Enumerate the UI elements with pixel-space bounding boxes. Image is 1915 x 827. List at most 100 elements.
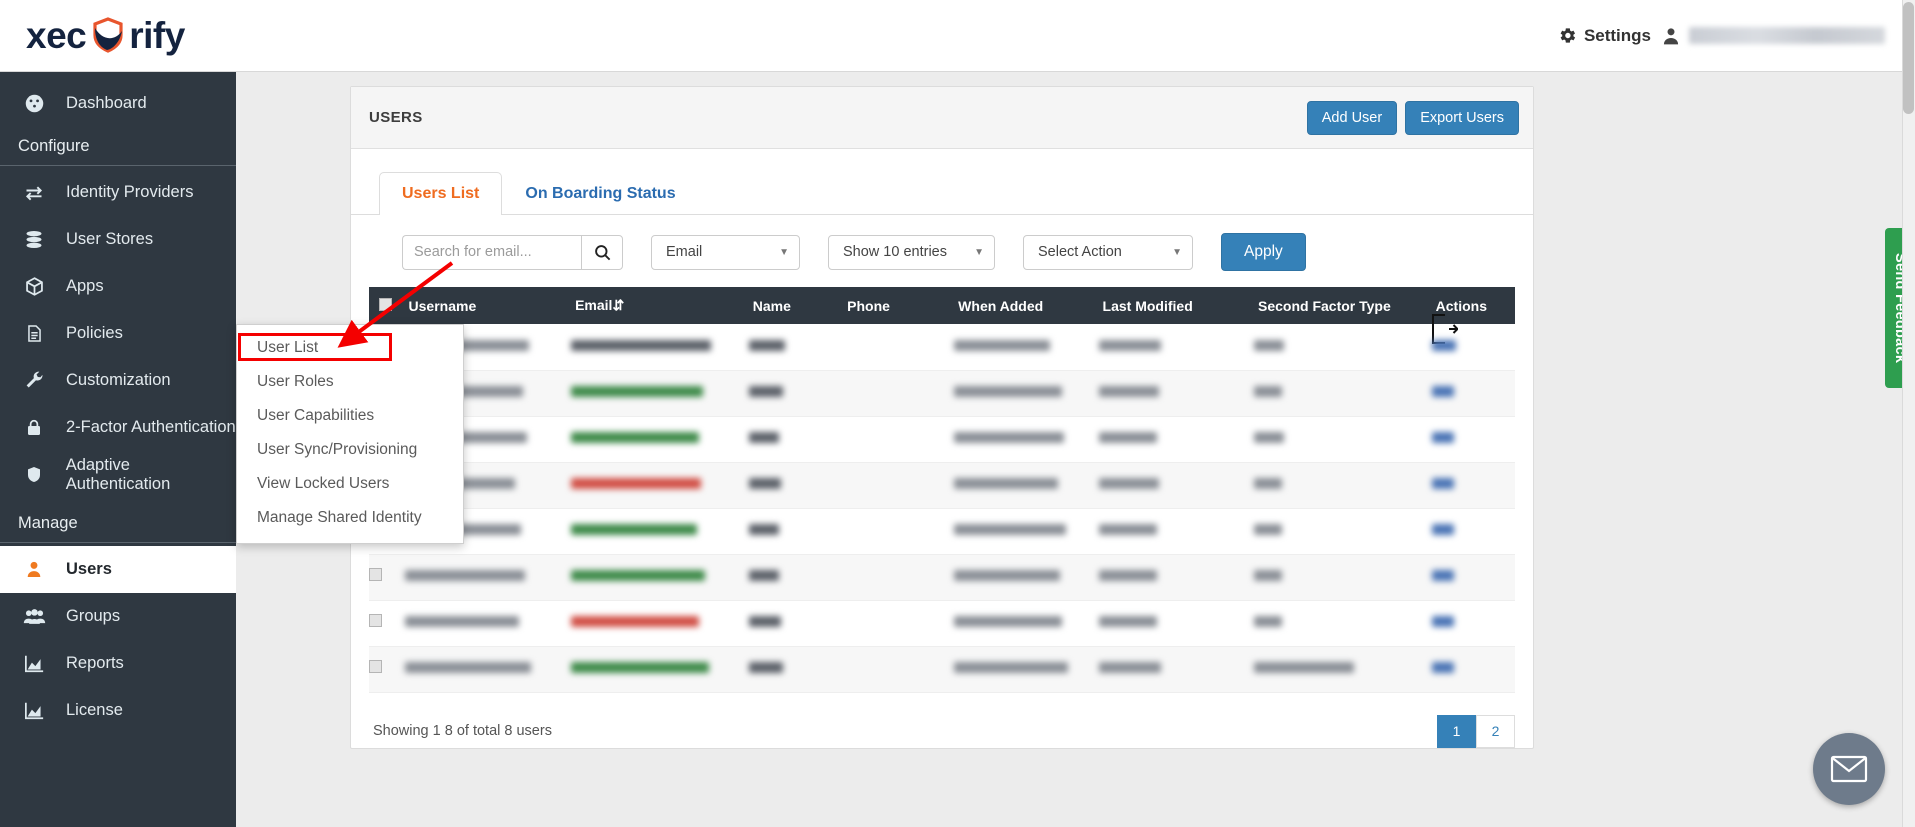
sidebar-item-adaptive-authentication[interactable]: Adaptive Authentication bbox=[0, 451, 236, 498]
cell-when-added bbox=[954, 370, 1098, 416]
entries-select[interactable]: Show 10 entries ▼ bbox=[828, 234, 995, 270]
table-row[interactable] bbox=[369, 416, 1515, 462]
cell-actions[interactable] bbox=[1431, 646, 1515, 692]
cell-email bbox=[571, 462, 749, 508]
cell-last-modified bbox=[1098, 508, 1254, 554]
cell-phone bbox=[843, 508, 954, 554]
table-row[interactable] bbox=[369, 462, 1515, 508]
cell-email bbox=[571, 416, 749, 462]
page-scrollbar[interactable] bbox=[1902, 0, 1915, 827]
tab-on-boarding-status[interactable]: On Boarding Status bbox=[502, 172, 698, 215]
table-row[interactable] bbox=[369, 508, 1515, 554]
cell-second-factor bbox=[1253, 554, 1432, 600]
sidebar-section-manage: Manage bbox=[0, 504, 236, 543]
sidebar-item-license[interactable]: License bbox=[0, 687, 236, 734]
chevron-down-icon: ▼ bbox=[974, 246, 984, 258]
settings-button[interactable]: Settings bbox=[1558, 26, 1651, 46]
row-checkbox[interactable] bbox=[369, 600, 405, 646]
logo-text-right: rify bbox=[129, 15, 185, 56]
page-button-1[interactable]: 1 bbox=[1437, 714, 1476, 748]
menu-item-user-sync-provisioning[interactable]: User Sync/Provisioning bbox=[237, 433, 463, 467]
cell-second-factor bbox=[1253, 646, 1432, 692]
logo[interactable]: xec rify bbox=[26, 13, 185, 58]
column-phone[interactable]: Phone bbox=[843, 287, 954, 324]
cell-actions[interactable] bbox=[1431, 462, 1515, 508]
cell-email bbox=[571, 554, 749, 600]
cell-last-modified bbox=[1098, 370, 1254, 416]
column-when-added[interactable]: When Added bbox=[954, 287, 1098, 324]
cell-second-factor bbox=[1253, 462, 1432, 508]
menu-item-user-capabilities[interactable]: User Capabilities bbox=[237, 399, 463, 433]
field-select[interactable]: Email ▼ bbox=[651, 234, 800, 270]
cell-name bbox=[748, 646, 843, 692]
table-row[interactable] bbox=[369, 646, 1515, 692]
sidebar-item-user-stores[interactable]: User Stores bbox=[0, 216, 236, 263]
sidebar-item-customization[interactable]: Customization bbox=[0, 357, 236, 404]
pagination: 1 2 bbox=[1437, 714, 1515, 748]
sidebar-item-policies[interactable]: Policies bbox=[0, 310, 236, 357]
cell-name bbox=[748, 416, 843, 462]
settings-label: Settings bbox=[1583, 25, 1651, 45]
sidebar-item-label: License bbox=[66, 701, 123, 719]
top-bar: xec rify Settings bbox=[0, 0, 1915, 72]
menu-item-manage-shared-identity[interactable]: Manage Shared Identity bbox=[237, 501, 463, 535]
main-content: USERS Add User Export Users Users List O… bbox=[236, 72, 1915, 827]
sidebar-item-groups[interactable]: Groups bbox=[0, 593, 236, 640]
cell-actions[interactable] bbox=[1431, 554, 1515, 600]
row-checkbox[interactable] bbox=[369, 646, 405, 692]
cell-name bbox=[748, 554, 843, 600]
select-all-checkbox[interactable] bbox=[369, 287, 405, 324]
add-user-button[interactable]: Add User bbox=[1306, 100, 1398, 135]
menu-item-user-roles[interactable]: User Roles bbox=[237, 365, 463, 399]
cell-when-added bbox=[954, 462, 1098, 508]
column-name[interactable]: Name bbox=[749, 287, 843, 324]
menu-item-view-locked-users[interactable]: View Locked Users bbox=[237, 467, 463, 501]
page-title: USERS bbox=[369, 109, 423, 126]
search-input[interactable] bbox=[402, 234, 581, 270]
cell-name bbox=[748, 508, 843, 554]
account-menu[interactable] bbox=[1661, 25, 1885, 47]
sidebar-item-apps[interactable]: Apps bbox=[0, 263, 236, 310]
cell-last-modified bbox=[1098, 416, 1254, 462]
cell-when-added bbox=[954, 508, 1098, 554]
table-row[interactable] bbox=[369, 600, 1515, 646]
cell-actions[interactable] bbox=[1431, 416, 1515, 462]
page-button-2[interactable]: 2 bbox=[1476, 714, 1515, 748]
table-row[interactable] bbox=[369, 324, 1515, 370]
action-select[interactable]: Select Action ▼ bbox=[1023, 234, 1193, 270]
table-row[interactable] bbox=[369, 554, 1515, 600]
row-checkbox[interactable] bbox=[369, 554, 405, 600]
search-button[interactable] bbox=[581, 234, 623, 270]
cell-phone bbox=[843, 416, 954, 462]
sidebar-item-reports[interactable]: Reports bbox=[0, 640, 236, 687]
cell-actions[interactable] bbox=[1431, 600, 1515, 646]
cell-name bbox=[748, 462, 843, 508]
column-email[interactable]: Email⇵ bbox=[571, 287, 749, 324]
cell-last-modified bbox=[1098, 462, 1254, 508]
menu-item-user-list[interactable]: User List bbox=[237, 331, 463, 365]
scrollbar-thumb[interactable] bbox=[1903, 2, 1914, 114]
tab-bar: Users List On Boarding Status bbox=[351, 149, 1533, 215]
sidebar-item-2-factor-authentication[interactable]: 2-Factor Authentication bbox=[0, 404, 236, 451]
cell-last-modified bbox=[1098, 600, 1254, 646]
table-row[interactable] bbox=[369, 370, 1515, 416]
column-last-modified[interactable]: Last Modified bbox=[1099, 287, 1254, 324]
sidebar-item-users[interactable]: Users bbox=[0, 546, 236, 593]
cell-actions[interactable] bbox=[1431, 370, 1515, 416]
column-second-factor-type[interactable]: Second Factor Type bbox=[1254, 287, 1432, 324]
sidebar-item-dashboard[interactable]: Dashboard bbox=[0, 80, 236, 127]
column-username[interactable]: Username bbox=[405, 287, 572, 324]
mail-button[interactable] bbox=[1813, 733, 1885, 805]
cell-email bbox=[571, 600, 749, 646]
cell-when-added bbox=[954, 324, 1098, 370]
cell-phone bbox=[843, 462, 954, 508]
tab-users-list[interactable]: Users List bbox=[379, 172, 503, 215]
sidebar-item-label: Adaptive Authentication bbox=[65, 455, 171, 493]
cell-last-modified bbox=[1098, 646, 1254, 692]
cell-actions[interactable] bbox=[1431, 508, 1515, 554]
search-icon bbox=[594, 244, 610, 260]
export-users-button[interactable]: Export Users bbox=[1405, 100, 1519, 135]
apply-button[interactable]: Apply bbox=[1221, 233, 1306, 271]
sidebar-item-identity-providers[interactable]: Identity Providers bbox=[0, 169, 236, 216]
cell-name bbox=[748, 600, 843, 646]
